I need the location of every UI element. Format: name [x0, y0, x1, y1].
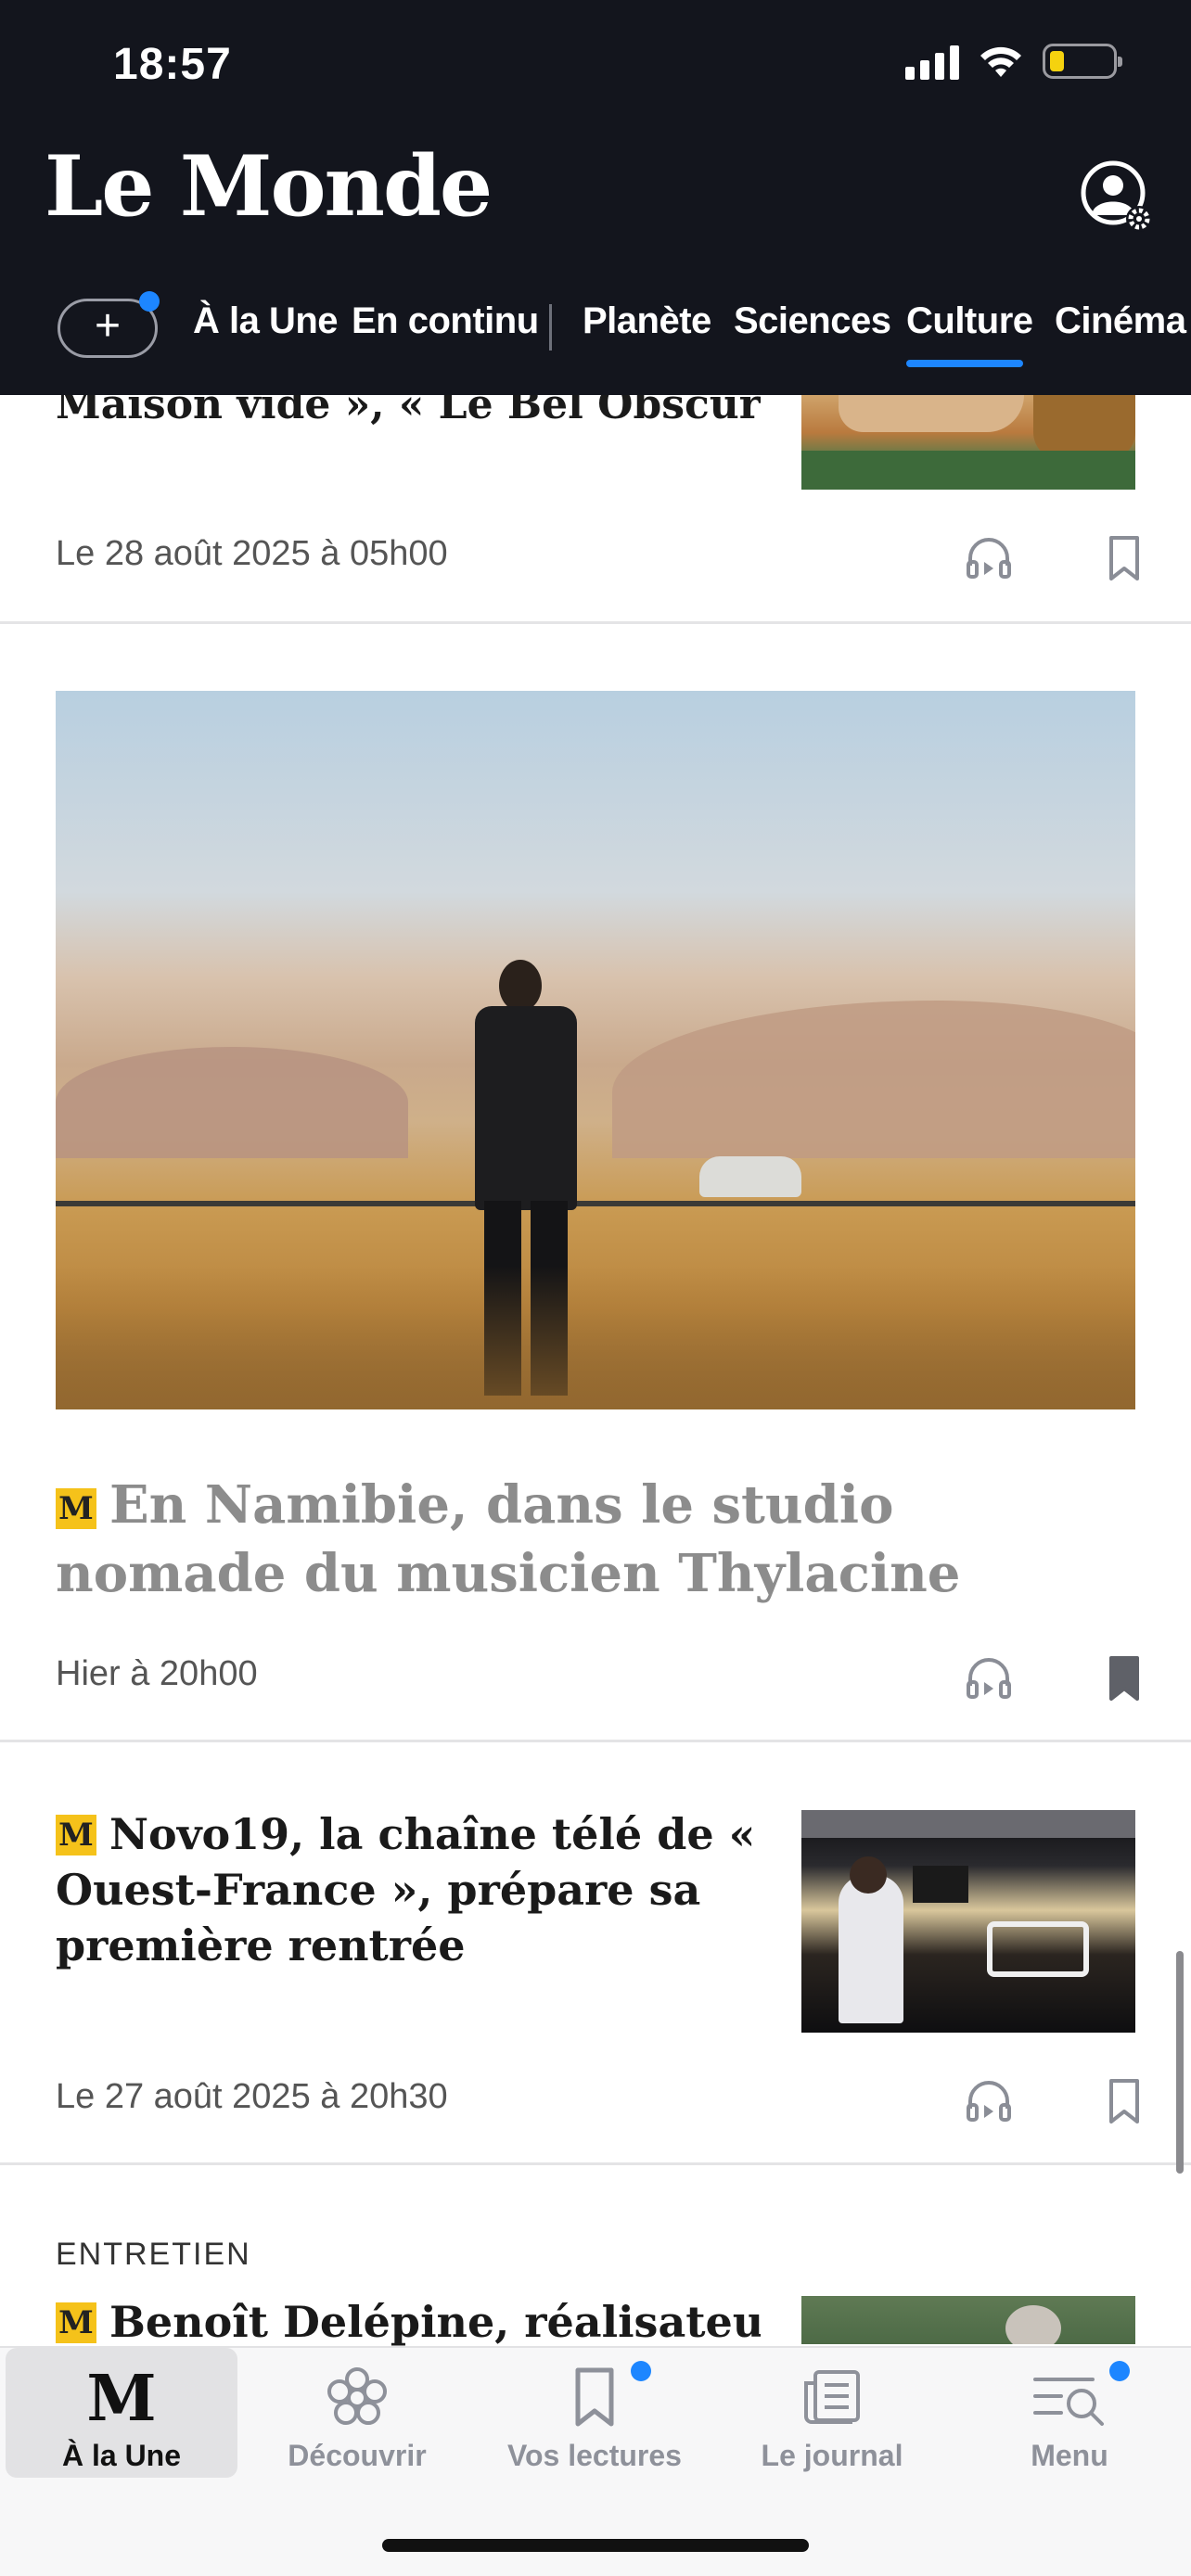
article-title[interactable]: M Benoît Delépine, réalisateur: [56, 2294, 761, 2346]
article-thumbnail[interactable]: [801, 2296, 1135, 2344]
le-monde-subscriber-badge: M: [56, 1488, 96, 1529]
article-date: Le 27 août 2025 à 20h30: [56, 2077, 448, 2116]
tab-decouvrir[interactable]: Découvrir: [241, 2348, 473, 2478]
article-hero-image[interactable]: [56, 691, 1135, 1409]
wifi-icon: [980, 46, 1021, 77]
nav-tab-sciences[interactable]: Sciences: [734, 300, 891, 342]
article-title[interactable]: M En Namibie, dans le studio nomade du mu…: [56, 1471, 1135, 1608]
divider: [0, 2162, 1191, 2165]
cellular-signal-icon: [905, 43, 959, 80]
section-nav: + À la Une En continu Planète Sciences C…: [0, 278, 1191, 395]
notification-dot: [1109, 2361, 1130, 2381]
svg-text:M: M: [86, 2365, 156, 2433]
le-monde-m-icon: M: [86, 2365, 156, 2433]
article-date: Hier à 20h00: [56, 1654, 258, 1693]
listen-audio-icon[interactable]: [963, 532, 1015, 584]
active-tab-indicator: [906, 360, 1023, 367]
tab-le-journal[interactable]: Le journal: [716, 2348, 948, 2478]
app-header: 18:57 Le Monde + À la Une En continu Pla…: [0, 0, 1191, 395]
nav-separator: [549, 304, 552, 351]
nav-tab-culture[interactable]: Culture: [906, 300, 1033, 342]
tab-vos-lectures[interactable]: Vos lectures: [479, 2348, 711, 2478]
bookmark-icon: [575, 2367, 614, 2427]
divider: [0, 621, 1191, 624]
nav-tab-planete[interactable]: Planète: [583, 300, 711, 342]
tab-a-la-une[interactable]: M À la Une: [6, 2348, 237, 2478]
article-thumbnail[interactable]: [801, 1810, 1135, 2033]
nav-tab-en-continu[interactable]: En continu: [352, 300, 539, 342]
nav-tab-cinema[interactable]: Cinéma: [1055, 300, 1186, 342]
tab-menu[interactable]: Menu: [954, 2348, 1185, 2478]
flower-icon: [327, 2367, 387, 2425]
scrollbar[interactable]: [1176, 1951, 1184, 2174]
menu-search-icon: [1033, 2378, 1104, 2426]
article-title[interactable]: M Novo19, la chaîne télé de « Ouest-Franc…: [56, 1806, 761, 1973]
le-monde-subscriber-badge: M: [56, 2302, 96, 2343]
status-time: 18:57: [113, 40, 232, 89]
notification-dot: [631, 2361, 651, 2381]
le-monde-logo[interactable]: Le Monde: [45, 145, 493, 228]
article-thumbnail[interactable]: [801, 395, 1135, 490]
bookmark-icon[interactable]: [1098, 2075, 1150, 2127]
bookmark-icon[interactable]: [1098, 532, 1150, 584]
listen-audio-icon[interactable]: [963, 1652, 1015, 1704]
article-kicker: ENTRETIEN: [56, 2237, 251, 2272]
status-icons: [905, 43, 1122, 80]
divider: [0, 1740, 1191, 1742]
newspaper-icon: [804, 2370, 860, 2424]
battery-icon: [1043, 44, 1122, 79]
le-monde-subscriber-badge: M: [56, 1815, 96, 1855]
home-indicator[interactable]: [382, 2539, 809, 2552]
notification-dot: [139, 291, 160, 312]
nav-tab-a-la-une[interactable]: À la Une: [193, 300, 339, 342]
bookmark-filled-icon[interactable]: [1098, 1652, 1150, 1704]
listen-audio-icon[interactable]: [963, 2075, 1015, 2127]
article-date: Le 28 août 2025 à 05h00: [56, 534, 448, 573]
account-settings-icon[interactable]: [1080, 159, 1158, 237]
